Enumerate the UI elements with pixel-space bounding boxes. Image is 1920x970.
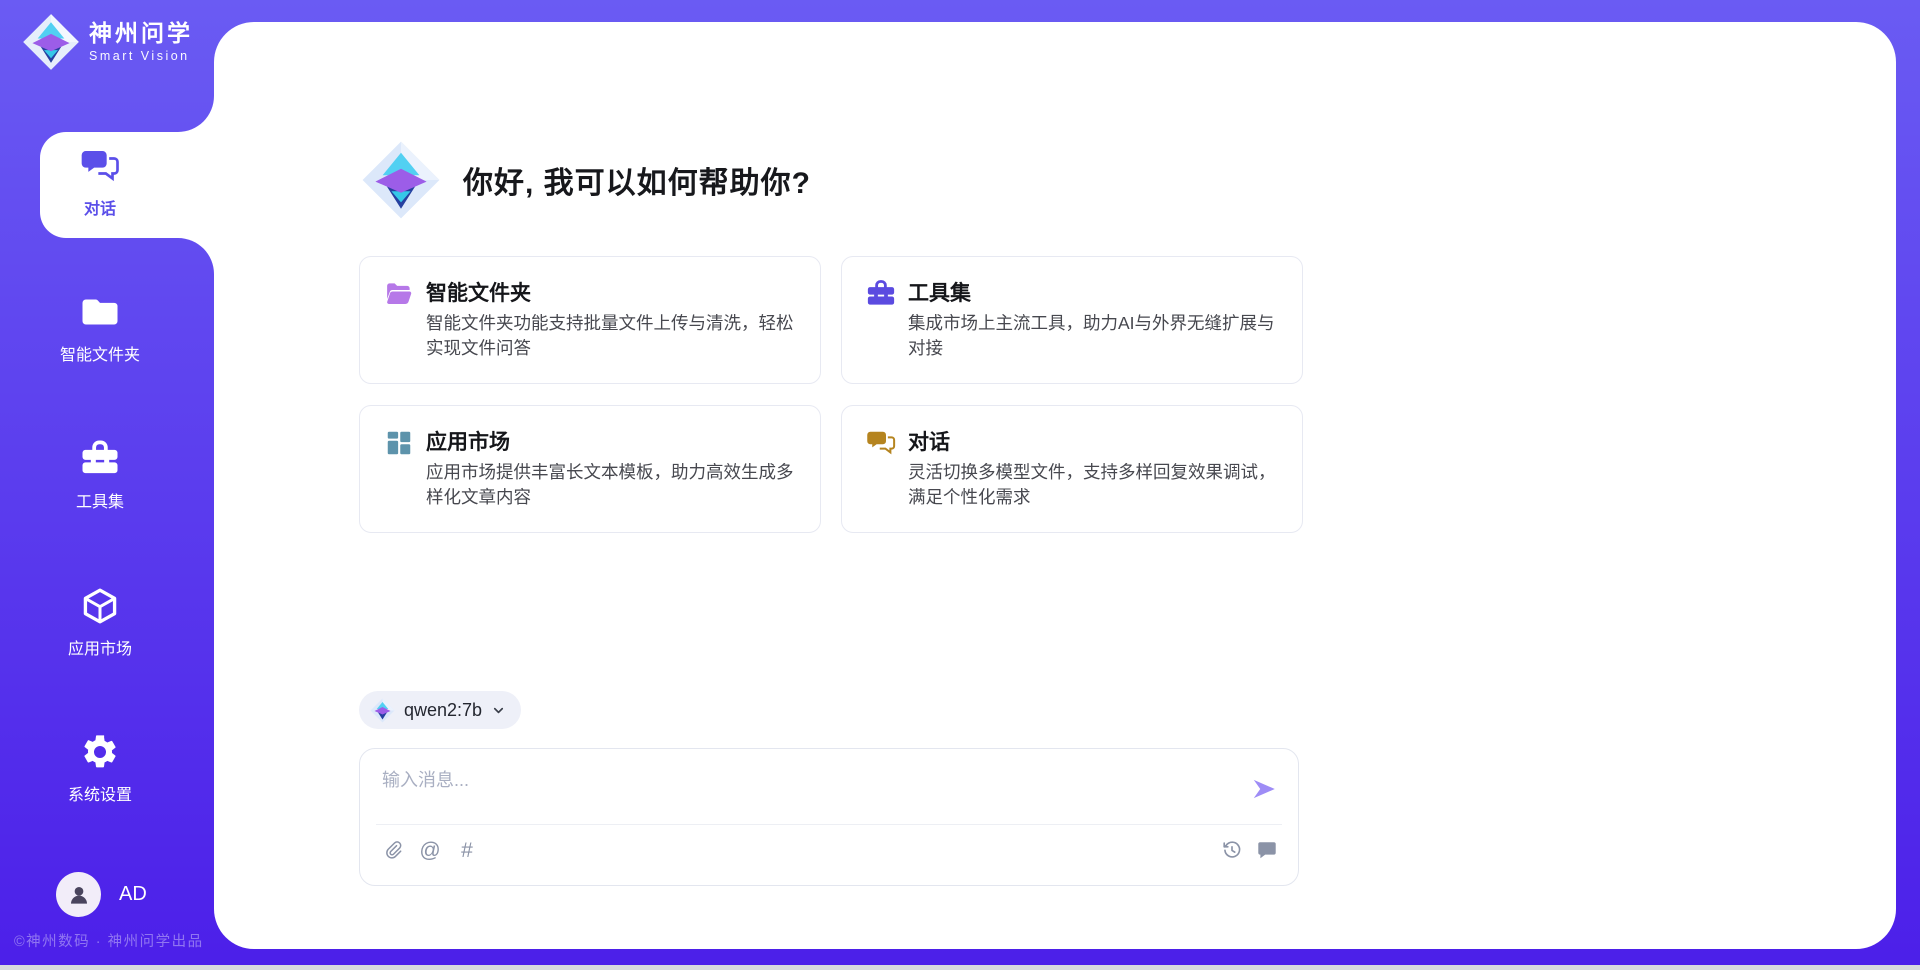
card-app-market[interactable]: 应用市场 应用市场提供丰富长文本模板，助力高效生成多样化文章内容 bbox=[359, 405, 821, 533]
card-title: 对话 bbox=[908, 426, 950, 456]
toolbox-icon bbox=[80, 439, 120, 479]
chat-icon bbox=[866, 428, 896, 458]
app-logo: 神州问学 Smart Vision bbox=[22, 13, 193, 71]
card-description: 智能文件夹功能支持批量文件上传与清洗，轻松实现文件问答 bbox=[426, 311, 804, 361]
composer-divider bbox=[376, 824, 1282, 825]
sidebar-item-toolset[interactable]: 工具集 bbox=[0, 425, 200, 531]
app-root: 神州问学 Smart Vision 对话 智能文件夹 bbox=[0, 0, 1920, 970]
card-title: 应用市场 bbox=[426, 426, 510, 456]
sidebar-item-label: 系统设置 bbox=[68, 781, 132, 805]
card-title: 工具集 bbox=[908, 277, 971, 307]
brand-diamond-icon bbox=[22, 13, 80, 71]
sidebar-item-app-market[interactable]: 应用市场 bbox=[0, 572, 200, 678]
grid-icon bbox=[384, 428, 414, 458]
chevron-down-icon bbox=[491, 703, 506, 718]
attachment-icon[interactable] bbox=[382, 839, 404, 861]
sidebar-item-settings[interactable]: 系统设置 bbox=[0, 718, 200, 824]
sidebar: 神州问学 Smart Vision 对话 智能文件夹 bbox=[0, 0, 214, 970]
message-input[interactable] bbox=[382, 765, 1242, 795]
cube-icon bbox=[80, 586, 120, 626]
folder-open-icon bbox=[384, 279, 414, 309]
sidebar-item-label: 对话 bbox=[84, 195, 116, 219]
card-description: 灵活切换多模型文件，支持多样回复效果调试，满足个性化需求 bbox=[908, 460, 1286, 510]
card-title: 智能文件夹 bbox=[426, 277, 531, 307]
card-chat[interactable]: 对话 灵活切换多模型文件，支持多样回复效果调试，满足个性化需求 bbox=[841, 405, 1303, 533]
card-smart-folder[interactable]: 智能文件夹 智能文件夹功能支持批量文件上传与清洗，轻松实现文件问答 bbox=[359, 256, 821, 384]
greeting-text: 你好, 我可以如何帮助你? bbox=[463, 158, 811, 202]
greeting-diamond-icon bbox=[361, 140, 441, 220]
hashtag-icon[interactable]: # bbox=[456, 839, 478, 861]
avatar bbox=[56, 872, 101, 917]
feedback-icon[interactable] bbox=[1256, 839, 1278, 861]
user-name: AD bbox=[119, 883, 147, 906]
sidebar-item-smart-folder[interactable]: 智能文件夹 bbox=[0, 278, 200, 384]
chat-icon bbox=[80, 146, 120, 186]
sidebar-item-label: 工具集 bbox=[76, 488, 124, 512]
history-icon[interactable] bbox=[1221, 839, 1243, 861]
card-toolset[interactable]: 工具集 集成市场上主流工具，助力AI与外界无缝扩展与对接 bbox=[841, 256, 1303, 384]
person-icon bbox=[66, 882, 92, 908]
message-composer: @ # bbox=[359, 748, 1299, 886]
composer-left-tools: @ # bbox=[382, 839, 478, 861]
feature-cards: 智能文件夹 智能文件夹功能支持批量文件上传与清洗，轻松实现文件问答 工具集 集成… bbox=[359, 256, 1303, 533]
model-name: qwen2:7b bbox=[404, 700, 482, 721]
gear-icon bbox=[80, 732, 120, 772]
bottom-edge-strip bbox=[0, 965, 1920, 970]
model-selector[interactable]: qwen2:7b bbox=[359, 691, 521, 729]
card-description: 应用市场提供丰富长文本模板，助力高效生成多样化文章内容 bbox=[426, 460, 804, 510]
composer-right-tools bbox=[1221, 839, 1278, 861]
brand-subtitle: Smart Vision bbox=[89, 49, 193, 63]
mention-icon[interactable]: @ bbox=[419, 839, 441, 861]
brand-title: 神州问学 bbox=[89, 21, 193, 46]
send-icon[interactable] bbox=[1250, 775, 1278, 803]
user-profile[interactable]: AD bbox=[56, 872, 147, 917]
model-diamond-icon bbox=[370, 698, 395, 723]
copyright-text: ©神州数码 · 神州问学出品 bbox=[14, 930, 204, 951]
folder-icon bbox=[80, 292, 120, 332]
sidebar-item-label: 智能文件夹 bbox=[60, 341, 140, 365]
toolbox-icon bbox=[866, 279, 896, 309]
sidebar-item-label: 应用市场 bbox=[68, 635, 132, 659]
greeting: 你好, 我可以如何帮助你? bbox=[361, 140, 811, 220]
card-description: 集成市场上主流工具，助力AI与外界无缝扩展与对接 bbox=[908, 311, 1286, 361]
sidebar-item-chat[interactable]: 对话 bbox=[0, 132, 200, 238]
